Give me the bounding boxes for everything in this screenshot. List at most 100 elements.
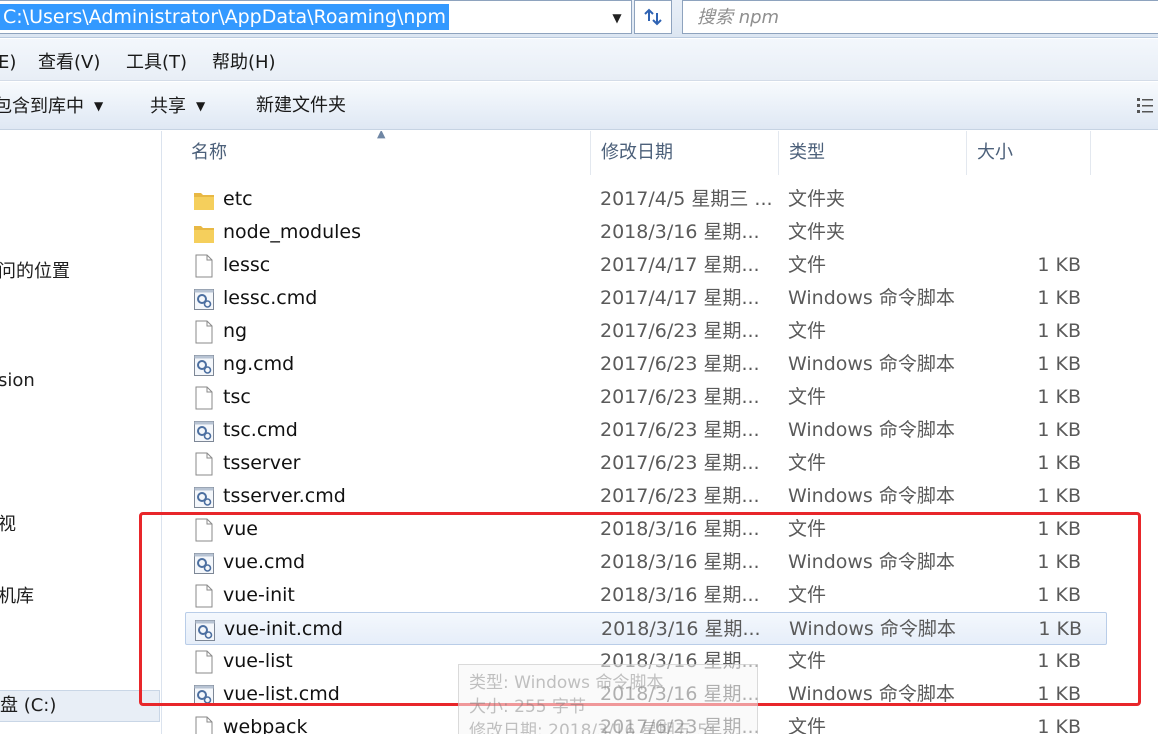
- file-row[interactable]: tsc.cmd 2017/6/23 星期... Windows 命令脚本 1 KB: [185, 414, 1107, 447]
- file-row[interactable]: tsserver 2017/6/23 星期... 文件 1 KB: [185, 447, 1107, 480]
- menu-bar: E) 查看(V) 工具(T) 帮助(H): [0, 39, 1158, 81]
- file-size: 1 KB: [1037, 551, 1081, 573]
- nav-item-drive-c[interactable]: 盘 (C:): [0, 690, 160, 722]
- file-name: tsserver.cmd: [223, 485, 346, 507]
- cmd-file-icon: [194, 618, 216, 642]
- file-date: 2017/6/23 星期...: [600, 320, 760, 342]
- file-size: 1 KB: [1037, 287, 1081, 309]
- file-row[interactable]: vue 2018/3/16 星期... 文件 1 KB: [185, 513, 1107, 546]
- column-type[interactable]: 类型: [779, 131, 967, 175]
- refresh-icon: [644, 8, 662, 26]
- file-date: 2018/3/16 星期...: [600, 221, 760, 243]
- file-rows: etc 2017/4/5 星期三 ... 文件夹 node_modules 2018/3…: [163, 183, 1158, 734]
- menu-help[interactable]: 帮助(H): [212, 51, 276, 75]
- menu-view[interactable]: 查看(V): [38, 51, 100, 75]
- new-folder-button[interactable]: 新建文件夹: [256, 94, 346, 118]
- file-name: vue-init.cmd: [224, 618, 343, 640]
- file-type: Windows 命令脚本: [788, 287, 955, 309]
- folder-icon: [193, 221, 215, 245]
- share-label: 共享: [150, 96, 186, 117]
- file-icon: [193, 320, 215, 344]
- file-date: 2017/6/23 星期...: [600, 485, 760, 507]
- file-type: 文件: [788, 716, 827, 734]
- file-name: lessc.cmd: [223, 287, 318, 309]
- file-row[interactable]: vue-init 2018/3/16 星期... 文件 1 KB: [185, 579, 1107, 612]
- include-in-library-button[interactable]: 包含到库中 ▼: [0, 94, 103, 119]
- file-name: node_modules: [223, 221, 362, 243]
- file-type: 文件夹: [788, 221, 846, 243]
- file-type: 文件: [788, 254, 827, 276]
- cmd-file-icon: [193, 485, 215, 509]
- file-name: vue-list: [223, 650, 293, 672]
- file-icon: [193, 386, 215, 410]
- file-row[interactable]: vue.cmd 2018/3/16 星期... Windows 命令脚本 1 KB: [185, 546, 1107, 579]
- file-icon: [193, 584, 215, 608]
- sort-ascending-icon: ▲: [377, 131, 386, 140]
- file-name: tsserver: [223, 452, 301, 474]
- file-size: 1 KB: [1037, 419, 1081, 441]
- file-row[interactable]: ng.cmd 2017/6/23 星期... Windows 命令脚本 1 KB: [185, 348, 1107, 381]
- file-date: 2017/4/17 星期...: [600, 254, 760, 276]
- share-button[interactable]: 共享 ▼: [150, 94, 205, 119]
- file-date: 2018/3/16 星期...: [601, 618, 761, 640]
- cmd-file-icon: [193, 551, 215, 575]
- file-size: 1 KB: [1037, 518, 1081, 540]
- file-type: Windows 命令脚本: [789, 618, 956, 640]
- file-date: 2017/6/23 星期...: [600, 419, 760, 441]
- file-name: tsc.cmd: [223, 419, 298, 441]
- file-type: 文件: [788, 386, 827, 408]
- nav-item-video[interactable]: 视: [0, 512, 16, 538]
- file-row[interactable]: tsc 2017/6/23 星期... 文件 1 KB: [185, 381, 1107, 414]
- nav-item-recent-places[interactable]: 问的位置: [0, 259, 70, 285]
- file-name: etc: [223, 188, 253, 210]
- file-type: 文件: [788, 584, 827, 606]
- column-size[interactable]: 大小: [967, 131, 1091, 175]
- file-date: 2017/4/17 星期...: [600, 287, 760, 309]
- cmd-file-icon: [193, 353, 215, 377]
- file-date: 2017/6/23 星期...: [600, 386, 760, 408]
- chevron-down-icon: ▼: [94, 99, 104, 113]
- file-date: 2018/3/16 星期...: [600, 584, 760, 606]
- tooltip-date: 修改日期: 2018/3/16 星期五 5:...: [469, 721, 730, 734]
- file-size: 1 KB: [1037, 683, 1081, 705]
- address-path[interactable]: C:\Users\Administrator\AppData\Roaming\n…: [0, 4, 450, 30]
- nav-item-library[interactable]: 机库: [0, 584, 34, 610]
- file-row[interactable]: tsserver.cmd 2017/6/23 星期... Windows 命令脚本 1…: [185, 480, 1107, 513]
- file-list: 名称 ▲ 修改日期 类型 大小 etc 2017/4/5 星期三 ... 文件夹 no…: [163, 131, 1158, 734]
- file-row[interactable]: lessc 2017/4/17 星期... 文件 1 KB: [185, 249, 1107, 282]
- file-name: vue.cmd: [223, 551, 306, 573]
- column-date[interactable]: 修改日期: [591, 131, 779, 175]
- file-row[interactable]: ng 2017/6/23 星期... 文件 1 KB: [185, 315, 1107, 348]
- file-size: 1 KB: [1037, 485, 1081, 507]
- folder-icon: [193, 188, 215, 212]
- file-name: vue-list.cmd: [223, 683, 340, 705]
- address-bar-row: C:\Users\Administrator\AppData\Roaming\n…: [0, 0, 1158, 38]
- file-row[interactable]: etc 2017/4/5 星期三 ... 文件夹: [185, 183, 1107, 216]
- address-field[interactable]: C:\Users\Administrator\AppData\Roaming\n…: [0, 0, 632, 34]
- search-placeholder: 搜索 npm: [697, 7, 780, 28]
- file-type: 文件: [788, 518, 827, 540]
- menu-tools[interactable]: 工具(T): [126, 51, 187, 75]
- file-icon: [193, 650, 215, 674]
- menu-edit[interactable]: E): [0, 51, 16, 75]
- file-type: Windows 命令脚本: [788, 419, 955, 441]
- file-size: 1 KB: [1037, 650, 1081, 672]
- chevron-down-icon: ▼: [196, 99, 206, 113]
- file-type: Windows 命令脚本: [788, 683, 955, 705]
- search-input[interactable]: 搜索 npm: [682, 0, 1158, 34]
- file-row[interactable]: vue-init.cmd 2018/3/16 星期... Windows 命令脚本 1…: [185, 612, 1107, 645]
- file-size: 1 KB: [1037, 254, 1081, 276]
- file-name: lessc: [223, 254, 271, 276]
- file-name: vue: [223, 518, 258, 540]
- column-name[interactable]: 名称: [181, 131, 591, 175]
- file-icon: [193, 452, 215, 476]
- file-size: 1 KB: [1037, 452, 1081, 474]
- file-row[interactable]: lessc.cmd 2017/4/17 星期... Windows 命令脚本 1 KB: [185, 282, 1107, 315]
- file-tooltip: 类型: Windows 命令脚本 大小: 255 字节 修改日期: 2018/3…: [458, 664, 758, 734]
- address-dropdown-icon[interactable]: ▼: [606, 8, 628, 28]
- refresh-button[interactable]: [634, 0, 672, 34]
- file-row[interactable]: node_modules 2018/3/16 星期... 文件夹: [185, 216, 1107, 249]
- include-in-library-label: 包含到库中: [0, 96, 84, 117]
- view-options-icon[interactable]: [1136, 96, 1154, 116]
- nav-item-subversion[interactable]: sion: [0, 368, 35, 394]
